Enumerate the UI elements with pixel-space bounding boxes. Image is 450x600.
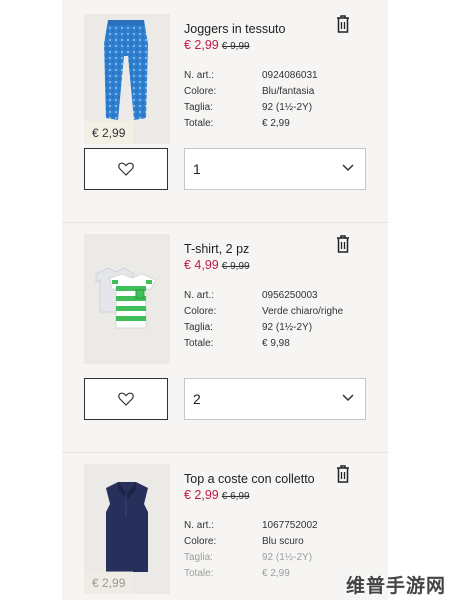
detail-label: N. art.: bbox=[184, 70, 215, 81]
original-price: € 6,99 bbox=[221, 491, 250, 502]
delete-item-button[interactable] bbox=[334, 234, 352, 256]
detail-label: N. art.: bbox=[184, 290, 215, 301]
detail-value: 92 (1½-2Y) bbox=[262, 102, 313, 113]
original-price: € 9,99 bbox=[221, 261, 250, 272]
trash-icon bbox=[337, 235, 349, 253]
detail-label: Taglia: bbox=[184, 102, 213, 113]
trash-icon bbox=[337, 465, 349, 483]
sale-price: € 2,99 bbox=[184, 38, 219, 52]
chevron-down-icon bbox=[342, 164, 354, 172]
sale-price: € 4,99 bbox=[184, 258, 219, 272]
detail-label: Totale: bbox=[184, 338, 214, 349]
detail-value: € 9,98 bbox=[262, 338, 290, 349]
price-row: € 4,99 € 9,99 bbox=[184, 258, 250, 272]
heart-icon bbox=[118, 392, 134, 406]
detail-value: 0956250003 bbox=[262, 290, 318, 301]
thumbnail-price-badge: € 2,99 bbox=[84, 571, 134, 594]
item-divider bbox=[62, 452, 388, 453]
detail-value: 92 (1½-2Y) bbox=[262, 552, 313, 563]
detail-value: € 2,99 bbox=[262, 568, 290, 579]
quantity-value: 2 bbox=[193, 391, 201, 407]
detail-value: € 2,99 bbox=[262, 118, 290, 129]
product-title[interactable]: T-shirt, 2 pz bbox=[184, 242, 249, 256]
price-row: € 2,99 € 6,99 bbox=[184, 488, 250, 502]
product-image-top[interactable]: € 2,99 bbox=[84, 464, 170, 594]
detail-label: N. art.: bbox=[184, 520, 215, 531]
detail-value: 92 (1½-2Y) bbox=[262, 322, 313, 333]
item-divider bbox=[62, 222, 388, 223]
detail-value: Blu/fantasia bbox=[262, 86, 315, 97]
delete-item-button[interactable] bbox=[334, 14, 352, 36]
detail-label: Colore: bbox=[184, 86, 217, 97]
product-details: N. art.: 0956250003 Colore: Verde chiaro/r… bbox=[184, 288, 343, 352]
site-watermark: 维普手游网 bbox=[345, 575, 446, 597]
price-row: € 2,99 € 9,99 bbox=[184, 38, 250, 52]
detail-value: Blu scuro bbox=[262, 536, 304, 547]
detail-label: Colore: bbox=[184, 536, 217, 547]
detail-label: Colore: bbox=[184, 306, 217, 317]
chevron-down-icon bbox=[342, 394, 354, 402]
product-image-joggers[interactable]: € 2,99 bbox=[84, 14, 170, 144]
original-price: € 9,99 bbox=[221, 41, 250, 52]
product-title[interactable]: Top a coste con colletto bbox=[184, 472, 315, 486]
delete-item-button[interactable] bbox=[334, 464, 352, 486]
detail-label: Taglia: bbox=[184, 552, 213, 563]
quantity-select[interactable]: 1 bbox=[184, 148, 366, 190]
detail-label: Totale: bbox=[184, 118, 214, 129]
quantity-select[interactable]: 2 bbox=[184, 378, 366, 420]
detail-label: Taglia: bbox=[184, 322, 213, 333]
sale-price: € 2,99 bbox=[184, 488, 219, 502]
detail-value: 1067752002 bbox=[262, 520, 318, 531]
add-to-favorites-button[interactable] bbox=[84, 148, 168, 190]
detail-label: Totale: bbox=[184, 568, 214, 579]
trash-icon bbox=[337, 15, 349, 33]
product-details: N. art.: 1067752002 Colore: Blu scuro Tagl… bbox=[184, 518, 318, 582]
thumbnail-price-badge: € 2,99 bbox=[84, 121, 134, 144]
tshirt-illustration bbox=[95, 267, 157, 329]
quantity-value: 1 bbox=[193, 161, 201, 177]
heart-icon bbox=[118, 162, 134, 176]
product-image-tshirt[interactable] bbox=[84, 234, 170, 364]
detail-value: 0924086031 bbox=[262, 70, 318, 81]
product-details: N. art.: 0924086031 Colore: Blu/fantasia T… bbox=[184, 68, 318, 132]
detail-value: Verde chiaro/righe bbox=[262, 306, 344, 317]
product-title[interactable]: Joggers in tessuto bbox=[184, 22, 285, 36]
add-to-favorites-button[interactable] bbox=[84, 378, 168, 420]
